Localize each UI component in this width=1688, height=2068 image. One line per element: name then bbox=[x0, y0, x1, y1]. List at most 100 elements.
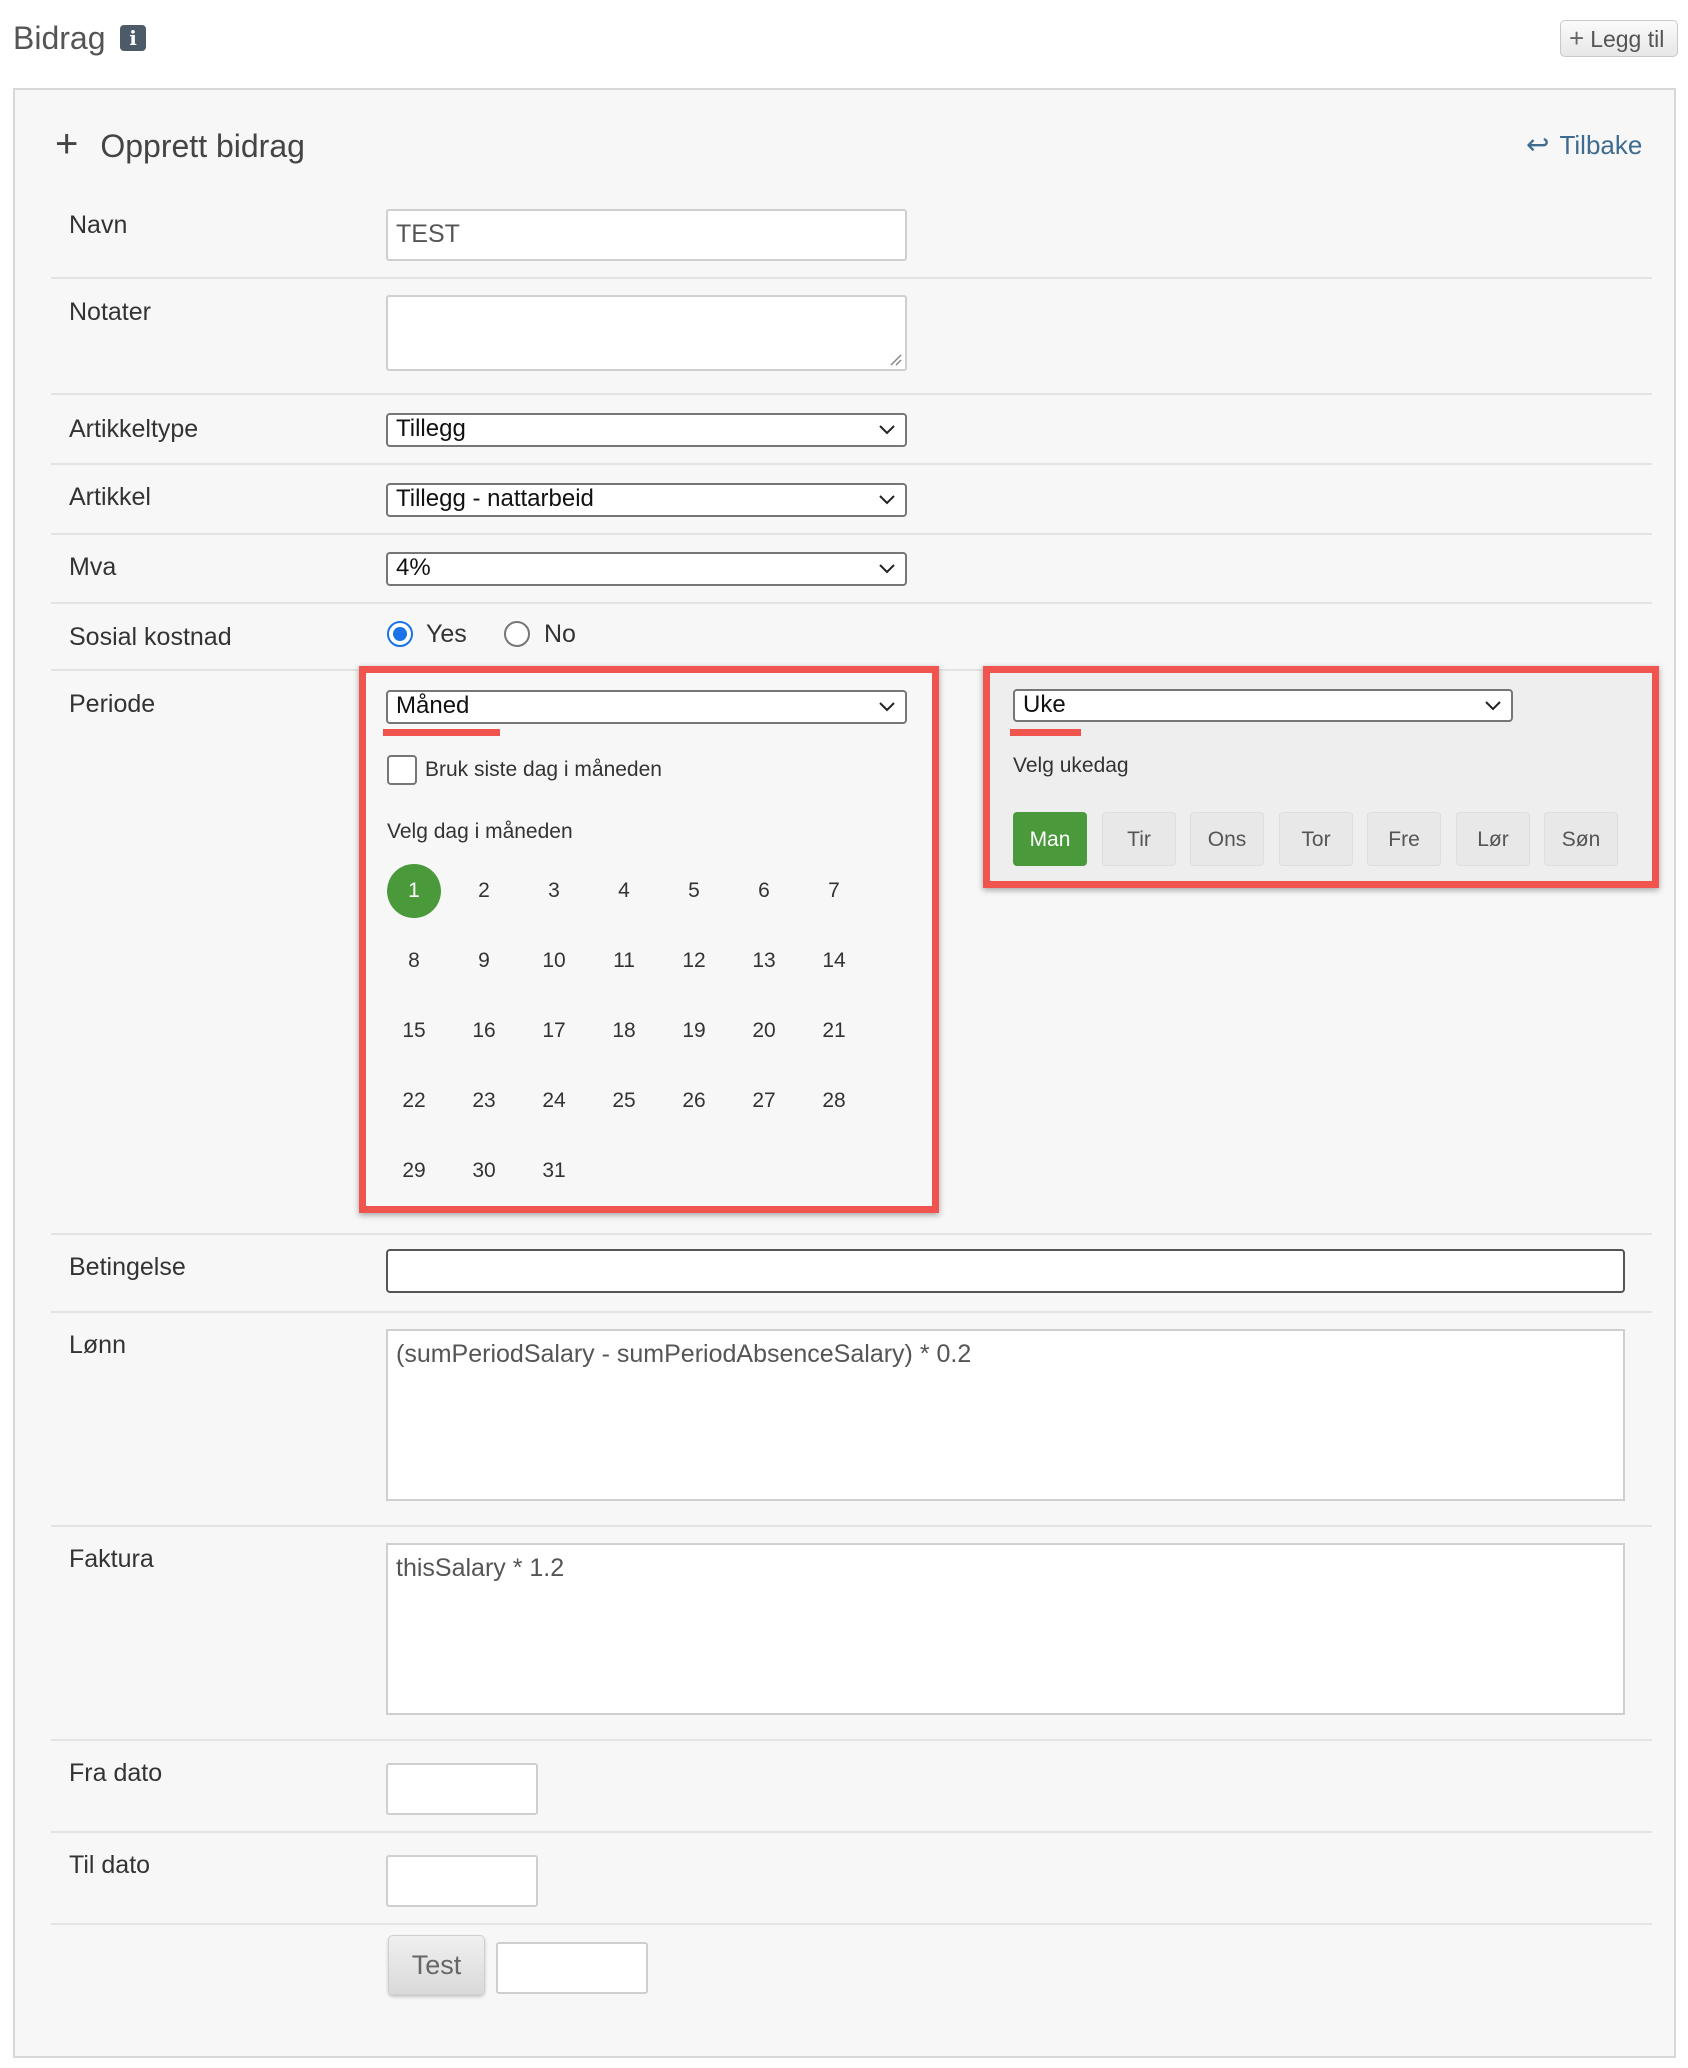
divider bbox=[51, 602, 1652, 604]
day-option[interactable]: 25 bbox=[597, 1074, 651, 1128]
divider bbox=[51, 1831, 1652, 1833]
sosial-no-label[interactable]: No bbox=[544, 617, 576, 651]
divider bbox=[51, 1311, 1652, 1313]
last-day-checkbox[interactable] bbox=[387, 755, 417, 785]
day-option[interactable]: 24 bbox=[527, 1074, 581, 1128]
divider bbox=[51, 533, 1652, 535]
betingelse-input[interactable] bbox=[386, 1249, 1625, 1293]
day-option[interactable]: 8 bbox=[387, 934, 441, 988]
til-dato-label: Til dato bbox=[69, 1851, 151, 1879]
mva-select[interactable]: 4% bbox=[386, 552, 907, 586]
weekday-button[interactable]: Søn bbox=[1544, 812, 1618, 866]
chevron-down-icon bbox=[879, 495, 895, 505]
add-button[interactable]: + Legg til bbox=[1560, 20, 1678, 57]
page-title: Bidrag bbox=[13, 20, 106, 56]
weekday-button[interactable]: Tir bbox=[1102, 812, 1176, 866]
day-prompt: Velg dag i måneden bbox=[387, 820, 573, 843]
day-option[interactable]: 18 bbox=[597, 1004, 651, 1058]
day-option[interactable]: 2 bbox=[457, 864, 511, 918]
day-option[interactable]: 29 bbox=[387, 1144, 441, 1198]
test-button[interactable]: Test bbox=[388, 1935, 485, 1995]
day-option[interactable]: 4 bbox=[597, 864, 651, 918]
day-option[interactable]: 19 bbox=[667, 1004, 721, 1058]
day-option[interactable]: 13 bbox=[737, 934, 791, 988]
info-icon[interactable]: i bbox=[120, 25, 146, 51]
fra-dato-label: Fra dato bbox=[69, 1759, 163, 1787]
notater-label: Notater bbox=[69, 298, 151, 326]
plus-icon: + bbox=[1569, 23, 1585, 53]
divider bbox=[51, 1739, 1652, 1741]
day-option[interactable]: 30 bbox=[457, 1144, 511, 1198]
test-result-input[interactable] bbox=[496, 1942, 648, 1994]
divider bbox=[51, 463, 1652, 465]
periode-month-select[interactable]: Måned bbox=[386, 690, 907, 724]
weekday-button[interactable]: Man bbox=[1013, 812, 1087, 866]
weekday-button[interactable]: Ons bbox=[1190, 812, 1264, 866]
day-option[interactable]: 16 bbox=[457, 1004, 511, 1058]
notater-textarea[interactable] bbox=[386, 295, 907, 371]
day-option[interactable]: 3 bbox=[527, 864, 581, 918]
day-option[interactable]: 31 bbox=[527, 1144, 581, 1198]
day-option[interactable]: 6 bbox=[737, 864, 791, 918]
back-link[interactable]: ↩ Tilbake bbox=[1526, 128, 1642, 162]
sosial-yes-radio[interactable] bbox=[387, 621, 413, 647]
day-option[interactable]: 9 bbox=[457, 934, 511, 988]
form-title-text: Opprett bidrag bbox=[100, 128, 305, 164]
day-option[interactable]: 22 bbox=[387, 1074, 441, 1128]
day-option[interactable]: 11 bbox=[597, 934, 651, 988]
day-option[interactable]: 21 bbox=[807, 1004, 861, 1058]
divider bbox=[51, 277, 1652, 279]
day-option[interactable]: 10 bbox=[527, 934, 581, 988]
day-option[interactable]: 26 bbox=[667, 1074, 721, 1128]
weekday-button[interactable]: Fre bbox=[1367, 812, 1441, 866]
form-title: + Opprett bidrag bbox=[55, 122, 305, 168]
weekday-prompt: Velg ukedag bbox=[1013, 754, 1129, 777]
artikkeltype-select[interactable]: Tillegg bbox=[386, 413, 907, 447]
lonn-textarea[interactable]: (sumPeriodSalary - sumPeriodAbsenceSalar… bbox=[386, 1329, 1625, 1501]
divider bbox=[51, 1923, 1652, 1925]
day-option[interactable]: 14 bbox=[807, 934, 861, 988]
day-option[interactable]: 23 bbox=[457, 1074, 511, 1128]
day-option[interactable]: 28 bbox=[807, 1074, 861, 1128]
day-option[interactable]: 1 bbox=[387, 864, 441, 918]
day-option[interactable]: 5 bbox=[667, 864, 721, 918]
divider bbox=[51, 1525, 1652, 1527]
day-option[interactable]: 27 bbox=[737, 1074, 791, 1128]
navn-label: Navn bbox=[69, 211, 128, 239]
artikkeltype-label: Artikkeltype bbox=[69, 415, 199, 443]
chevron-down-icon bbox=[879, 564, 895, 574]
fra-dato-input[interactable] bbox=[386, 1763, 538, 1815]
month-period-highlight bbox=[359, 666, 939, 1213]
day-option[interactable]: 15 bbox=[387, 1004, 441, 1058]
chevron-down-icon bbox=[1485, 701, 1501, 711]
divider bbox=[51, 393, 1652, 395]
day-option[interactable]: 7 bbox=[807, 864, 861, 918]
faktura-textarea[interactable]: thisSalary * 1.2 bbox=[386, 1543, 1625, 1715]
periode-label: Periode bbox=[69, 690, 156, 718]
sosial-no-radio[interactable] bbox=[504, 621, 530, 647]
artikkel-label: Artikkel bbox=[69, 483, 151, 511]
chevron-down-icon bbox=[879, 702, 895, 712]
artikkel-select[interactable]: Tillegg - nattarbeid bbox=[386, 483, 907, 517]
artikkeltype-value: Tillegg bbox=[396, 415, 466, 442]
navn-input[interactable]: TEST bbox=[386, 209, 907, 261]
artikkel-value: Tillegg - nattarbeid bbox=[396, 485, 594, 512]
notater-value bbox=[388, 290, 404, 334]
sosial-yes-label[interactable]: Yes bbox=[426, 617, 467, 651]
weekday-button[interactable]: Lør bbox=[1456, 812, 1530, 866]
chevron-down-icon bbox=[879, 425, 895, 435]
day-option[interactable]: 20 bbox=[737, 1004, 791, 1058]
last-day-label[interactable]: Bruk siste dag i måneden bbox=[425, 756, 662, 784]
day-option[interactable]: 17 bbox=[527, 1004, 581, 1058]
til-dato-input[interactable] bbox=[386, 1855, 538, 1907]
periode-week-select[interactable]: Uke bbox=[1013, 689, 1513, 722]
underline-highlight bbox=[383, 729, 500, 736]
back-link-label: Tilbake bbox=[1559, 130, 1643, 160]
reply-arrow-icon: ↩ bbox=[1526, 129, 1550, 160]
divider bbox=[51, 1233, 1652, 1235]
resize-handle-icon[interactable] bbox=[888, 352, 902, 366]
mva-value: 4% bbox=[396, 554, 431, 581]
weekday-button[interactable]: Tor bbox=[1279, 812, 1353, 866]
add-button-label: Legg til bbox=[1590, 26, 1665, 52]
day-option[interactable]: 12 bbox=[667, 934, 721, 988]
